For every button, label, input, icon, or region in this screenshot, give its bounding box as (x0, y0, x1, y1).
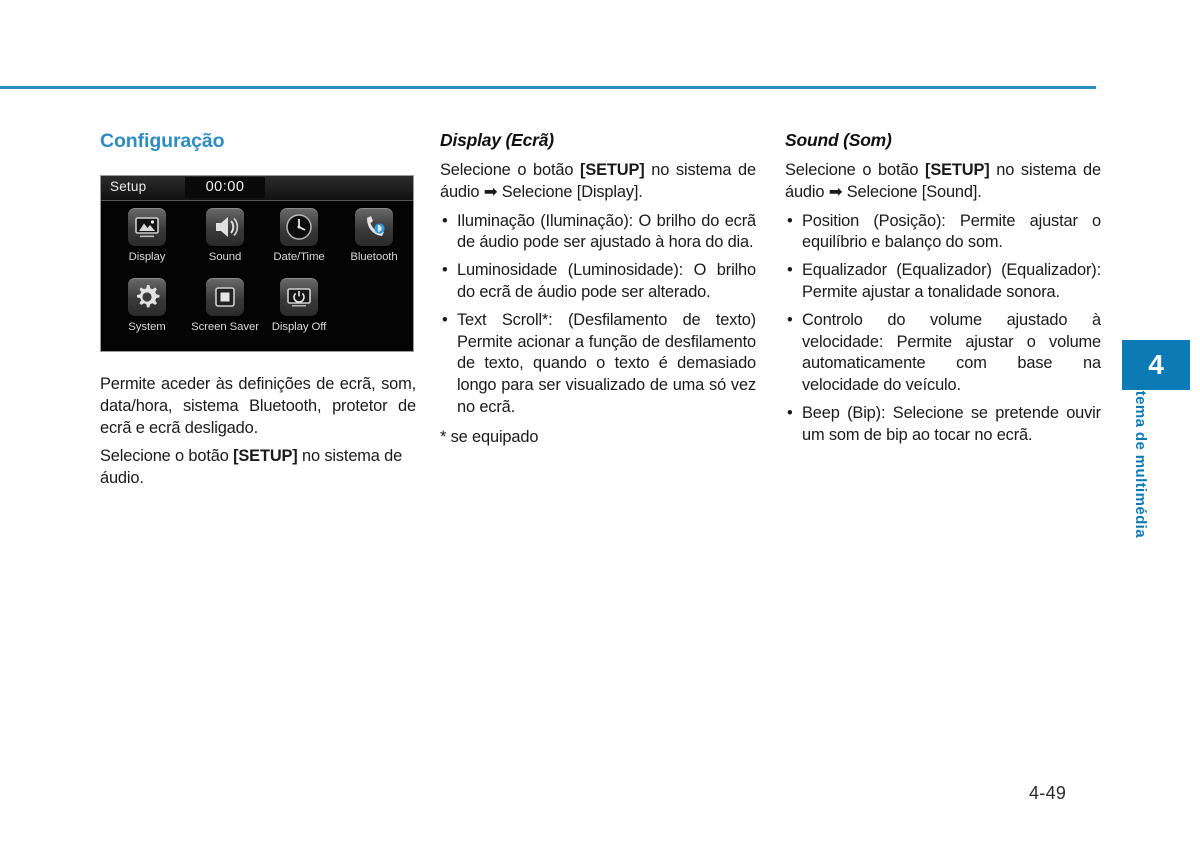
head-unit-label: Display Off (271, 321, 327, 333)
setup-button-ref: [SETUP] (580, 161, 645, 179)
list-item-text: Luminosidade (Luminosidade): O brilho do… (457, 261, 756, 301)
display-intro-part1: Selecione o botão (440, 161, 581, 179)
head-unit-label: Display (128, 251, 166, 263)
head-unit-label: System (128, 321, 166, 333)
display-intro-paragraph: Selecione o botão [SETUP] no sistema de … (440, 160, 756, 204)
head-unit-screenshot: Setup 00:00 Display Sound Date/Time Blue… (100, 175, 414, 352)
head-unit-item-displayoff[interactable]: Display Off (260, 278, 338, 333)
sound-bullet-list: • Position (Posição): Permite ajustar o … (785, 211, 1101, 447)
sound-intro-part1: Selecione o botão (785, 161, 926, 179)
list-item: • Equalizador (Equalizador) (Equalizador… (785, 260, 1101, 304)
list-item-text: Controlo do volume ajustado à velocidade… (802, 310, 1101, 395)
page-title: Configuração (100, 130, 225, 152)
bluetooth-tile[interactable] (355, 208, 393, 246)
sound-intro-part3: Selecione [Sound]. (842, 182, 982, 201)
sound-tile[interactable] (206, 208, 244, 246)
displayoff-tile[interactable] (280, 278, 318, 316)
list-item: • Text Scroll*: (Desfilamento de texto) … (440, 310, 756, 419)
list-item-text: Position (Posição): Permite ajustar o eq… (802, 211, 1101, 252)
middle-column: Display (Ecrã) Selecione o botão [SETUP]… (440, 130, 756, 449)
head-unit-item-screensaver[interactable]: Screen Saver (186, 278, 264, 333)
arrow-right-icon: ➡ (483, 182, 498, 201)
display-section-title: Display (Ecrã) (440, 130, 554, 150)
display-footnote: * se equipado (440, 427, 539, 446)
left-paragraph-2-part1: Selecione o botão (100, 447, 234, 466)
head-unit-icon-grid: Display Sound Date/Time Bluetooth System… (101, 202, 413, 351)
bullet-glyph: • (442, 211, 448, 230)
list-item: • Luminosidade (Luminosidade): O brilho … (440, 260, 756, 304)
screen-saver-icon (206, 278, 244, 316)
bullet-glyph: • (787, 211, 793, 230)
display-intro-part3: Selecione [Display]. (497, 182, 643, 201)
header-rule (0, 86, 1096, 89)
speaker-icon (206, 208, 244, 246)
list-item: • Iluminação (Iluminação): O brilho do e… (440, 211, 756, 255)
bullet-glyph: • (787, 261, 793, 280)
sound-section-title: Sound (Som) (785, 130, 892, 150)
right-column: Sound (Som) Selecione o botão [SETUP] no… (785, 130, 1101, 447)
list-item: • Beep (Bip): Selecione se pretende ouvi… (785, 403, 1101, 447)
head-unit-title: Setup (110, 179, 147, 194)
head-unit-item-sound[interactable]: Sound (186, 208, 264, 263)
list-item-text: Equalizador (Equalizador) (Equalizador):… (802, 261, 1101, 301)
list-item-text: Iluminação (Iluminação): O brilho do ecr… (457, 211, 756, 252)
left-column: Configuração Setup 00:00 Display Sound D… (100, 130, 416, 497)
setup-button-ref: [SETUP] (925, 161, 990, 179)
head-unit-item-datetime[interactable]: Date/Time (260, 208, 338, 263)
datetime-tile[interactable] (280, 208, 318, 246)
screensaver-tile[interactable] (206, 278, 244, 316)
list-item: • Controlo do volume ajustado à velocida… (785, 310, 1101, 397)
gear-icon (128, 278, 166, 316)
head-unit-clock: 00:00 (205, 179, 245, 195)
bullet-glyph: • (787, 403, 793, 422)
head-unit-label: Screen Saver (191, 321, 259, 333)
display-off-icon (280, 278, 318, 316)
head-unit-label: Date/Time (273, 251, 325, 263)
head-unit-label: Sound (208, 251, 242, 263)
arrow-right-icon: ➡ (828, 182, 843, 201)
bullet-glyph: • (442, 261, 448, 280)
system-tile[interactable] (128, 278, 166, 316)
display-bullet-list: • Iluminação (Iluminação): O brilho do e… (440, 211, 756, 419)
head-unit-clock-box: 00:00 (185, 177, 265, 198)
chapter-name: Sistema de multimédia (1132, 367, 1149, 538)
list-item: • Position (Posição): Permite ajustar o … (785, 211, 1101, 255)
head-unit-item-display[interactable]: Display (108, 208, 186, 263)
head-unit-status-bar: Setup 00:00 (101, 176, 413, 201)
bullet-glyph: • (787, 310, 793, 329)
head-unit-item-system[interactable]: System (108, 278, 186, 333)
left-paragraph-2: Selecione o botão [SETUP] no sistema de … (100, 446, 416, 490)
sound-intro-paragraph: Selecione o botão [SETUP] no sistema de … (785, 160, 1101, 204)
head-unit-item-bluetooth[interactable]: Bluetooth (335, 208, 413, 263)
setup-button-ref: [SETUP] (233, 447, 298, 466)
picture-icon (128, 208, 166, 246)
clock-icon (280, 208, 318, 246)
bluetooth-handset-icon (355, 208, 393, 246)
page-number: 4-49 (1029, 783, 1067, 803)
list-item-text: Beep (Bip): Selecione se pretende ouvir … (802, 403, 1101, 444)
bullet-glyph: • (442, 310, 448, 329)
head-unit-label: Bluetooth (350, 251, 398, 263)
left-paragraph-1: Permite aceder às definições de ecrã, so… (100, 375, 416, 437)
display-tile[interactable] (128, 208, 166, 246)
list-item-text: Text Scroll*: (Desfilamento de texto) Pe… (457, 310, 756, 416)
